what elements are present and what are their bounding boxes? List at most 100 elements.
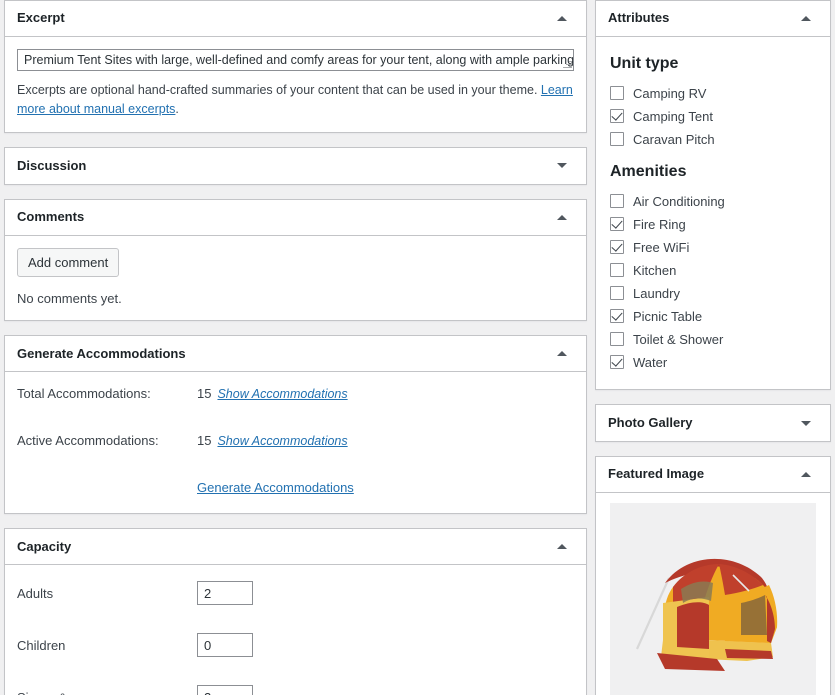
checkbox-air-conditioning[interactable] (610, 194, 624, 208)
excerpt-panel: Excerpt Premium Tent Sites with large, w… (4, 0, 587, 133)
checkbox-label-laundry: Laundry (633, 285, 680, 301)
checkbox-label-fire-ring: Fire Ring (633, 216, 686, 232)
excerpt-help-before: Excerpts are optional hand-crafted summa… (17, 83, 541, 97)
comments-panel-body: Add comment No comments yet. (5, 236, 586, 321)
capacity-collapse-toggle[interactable] (550, 535, 574, 559)
chevron-up-icon (557, 544, 567, 550)
excerpt-textarea-wrap: Premium Tent Sites with large, well-defi… (17, 49, 574, 71)
checkbox-row-fire-ring[interactable]: Fire Ring (610, 214, 816, 234)
adults-row: Adults (17, 581, 574, 606)
checkbox-free-wifi[interactable] (610, 240, 624, 254)
featured-image-panel-header[interactable]: Featured Image (596, 457, 830, 493)
chevron-up-icon (801, 472, 811, 477)
attributes-panel-title: Attributes (608, 10, 670, 26)
checkbox-label-water: Water (633, 354, 668, 370)
unit-type-group-title: Unit type (610, 55, 679, 72)
comments-panel-header[interactable]: Comments (5, 200, 586, 236)
checkbox-row-air-conditioning[interactable]: Air Conditioning (610, 191, 816, 211)
checkbox-water[interactable] (610, 355, 624, 369)
discussion-expand-toggle[interactable] (550, 154, 574, 178)
checkbox-label-camping-rv: Camping RV (633, 85, 707, 101)
checkbox-label-picnic-table: Picnic Table (633, 308, 703, 324)
excerpt-help-after: . (175, 102, 179, 117)
amenities-group-title: Amenities (610, 163, 687, 180)
total-accommodations-label: Total Accommodations: (17, 386, 151, 402)
generate-accommodations-body: Total Accommodations: 15 Show Accommodat… (5, 372, 586, 513)
show-active-accommodations-link[interactable]: Show Accommodations (217, 434, 347, 448)
checkbox-row-camping-rv[interactable]: Camping RV (610, 83, 816, 103)
checkbox-row-camping-tent[interactable]: Camping Tent (610, 106, 816, 126)
checkbox-laundry[interactable] (610, 286, 624, 300)
attributes-panel-body: Unit type Camping RV Camping Tent Carava… (596, 37, 830, 389)
camping-tent-icon (635, 558, 777, 671)
checkbox-row-free-wifi[interactable]: Free WiFi (610, 237, 816, 257)
capacity-panel-title: Capacity (17, 538, 72, 554)
featured-image-panel: Featured Image (595, 456, 831, 695)
checkbox-row-caravan-pitch[interactable]: Caravan Pitch (610, 129, 816, 149)
featured-image-collapse-toggle[interactable] (794, 463, 818, 487)
photo-gallery-panel-header[interactable]: Photo Gallery (596, 405, 830, 441)
generate-accommodations-action-row: Generate Accommodations (17, 480, 574, 495)
total-accommodations-row: Total Accommodations: 15 Show Accommodat… (17, 386, 574, 401)
checkbox-label-camping-tent: Camping Tent (633, 108, 713, 124)
discussion-panel-title: Discussion (17, 157, 87, 173)
checkbox-label-air-conditioning: Air Conditioning (633, 193, 725, 209)
attributes-panel: Attributes Unit type Camping RV Camping … (595, 0, 831, 390)
capacity-panel-header[interactable]: Capacity (5, 529, 586, 566)
excerpt-panel-header[interactable]: Excerpt (5, 1, 586, 37)
checkbox-toilet-shower[interactable] (610, 332, 624, 346)
checkbox-row-toilet-shower[interactable]: Toilet & Shower (610, 329, 816, 349)
featured-image-body: Click the image to edit or update (596, 493, 830, 695)
size-number-input[interactable] (197, 685, 253, 695)
attributes-panel-header[interactable]: Attributes (596, 1, 830, 37)
photo-gallery-panel-title: Photo Gallery (608, 414, 693, 430)
generate-accommodations-header[interactable]: Generate Accommodations (5, 336, 586, 373)
checkbox-fire-ring[interactable] (610, 217, 624, 231)
chevron-up-icon (557, 351, 567, 357)
main-column: Excerpt Premium Tent Sites with large, w… (0, 0, 595, 695)
attributes-collapse-toggle[interactable] (794, 7, 818, 31)
excerpt-textarea[interactable]: Premium Tent Sites with large, well-defi… (17, 49, 574, 71)
active-accommodations-count: 15 (197, 433, 212, 449)
discussion-panel-header[interactable]: Discussion (5, 148, 586, 184)
checkbox-row-laundry[interactable]: Laundry (610, 283, 816, 303)
checkbox-label-free-wifi: Free WiFi (633, 239, 690, 255)
children-label: Children (17, 637, 66, 653)
checkbox-kitchen[interactable] (610, 263, 624, 277)
generate-accommodations-link[interactable]: Generate Accommodations (197, 480, 354, 495)
excerpt-help-text: Excerpts are optional hand-crafted summa… (17, 81, 574, 120)
chevron-down-icon (801, 420, 811, 426)
checkbox-caravan-pitch[interactable] (610, 132, 624, 146)
children-number-input[interactable] (197, 633, 253, 658)
photo-gallery-panel: Photo Gallery (595, 404, 831, 442)
checkbox-row-picnic-table[interactable]: Picnic Table (610, 306, 816, 326)
featured-image-thumbnail[interactable] (610, 503, 816, 695)
checkbox-label-kitchen: Kitchen (633, 262, 677, 278)
active-accommodations-label: Active Accommodations: (17, 433, 159, 449)
adults-number-input[interactable] (197, 581, 253, 606)
add-comment-button[interactable]: Add comment (17, 247, 120, 278)
total-accommodations-count: 15 (197, 386, 212, 402)
comments-panel: Comments Add comment No comments yet. (4, 198, 587, 322)
discussion-panel: Discussion (4, 146, 587, 185)
photo-gallery-expand-toggle[interactable] (794, 411, 818, 435)
capacity-panel: Capacity Adults Children Size, m² (4, 528, 587, 695)
checkbox-label-toilet-shower: Toilet & Shower (633, 331, 724, 347)
show-total-accommodations-link[interactable]: Show Accommodations (217, 387, 347, 401)
size-label: Size, m² (17, 690, 197, 695)
checkbox-row-kitchen[interactable]: Kitchen (610, 260, 816, 280)
excerpt-panel-body: Premium Tent Sites with large, well-defi… (5, 37, 586, 132)
checkbox-camping-rv[interactable] (610, 86, 624, 100)
checkbox-label-caravan-pitch: Caravan Pitch (633, 131, 715, 147)
excerpt-collapse-toggle[interactable] (550, 7, 574, 31)
checkbox-picnic-table[interactable] (610, 309, 624, 323)
comments-panel-title: Comments (17, 209, 85, 225)
checkbox-row-water[interactable]: Water (610, 352, 816, 372)
active-accommodations-row: Active Accommodations: 15 Show Accommoda… (17, 433, 574, 448)
generate-accommodations-collapse-toggle[interactable] (550, 342, 574, 366)
comments-collapse-toggle[interactable] (550, 205, 574, 229)
comments-empty-text: No comments yet. (17, 291, 122, 307)
size-row: Size, m² (17, 685, 574, 695)
children-row: Children (17, 633, 574, 658)
checkbox-camping-tent[interactable] (610, 109, 624, 123)
